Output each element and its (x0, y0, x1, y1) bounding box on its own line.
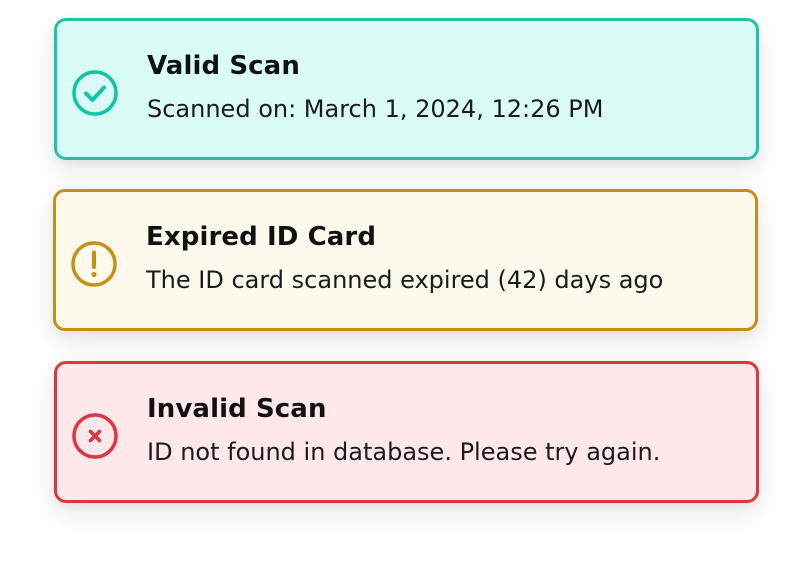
exclamation-circle-icon (71, 241, 117, 287)
alert-message: The ID card scanned expired (42) days ag… (146, 266, 664, 294)
alert-expired-id-card: Expired ID Card The ID card scanned expi… (53, 189, 758, 331)
alert-invalid-scan: Invalid Scan ID not found in database. P… (54, 361, 759, 503)
x-circle-icon (72, 413, 118, 459)
alert-title: Valid Scan (147, 51, 300, 81)
alert-title: Invalid Scan (147, 394, 327, 424)
alert-valid-scan: Valid Scan Scanned on: March 1, 2024, 12… (54, 18, 759, 160)
check-circle-icon (72, 70, 118, 116)
alert-message: Scanned on: March 1, 2024, 12:26 PM (147, 95, 604, 123)
alert-title: Expired ID Card (146, 222, 377, 252)
alert-message: ID not found in database. Please try aga… (147, 438, 661, 466)
